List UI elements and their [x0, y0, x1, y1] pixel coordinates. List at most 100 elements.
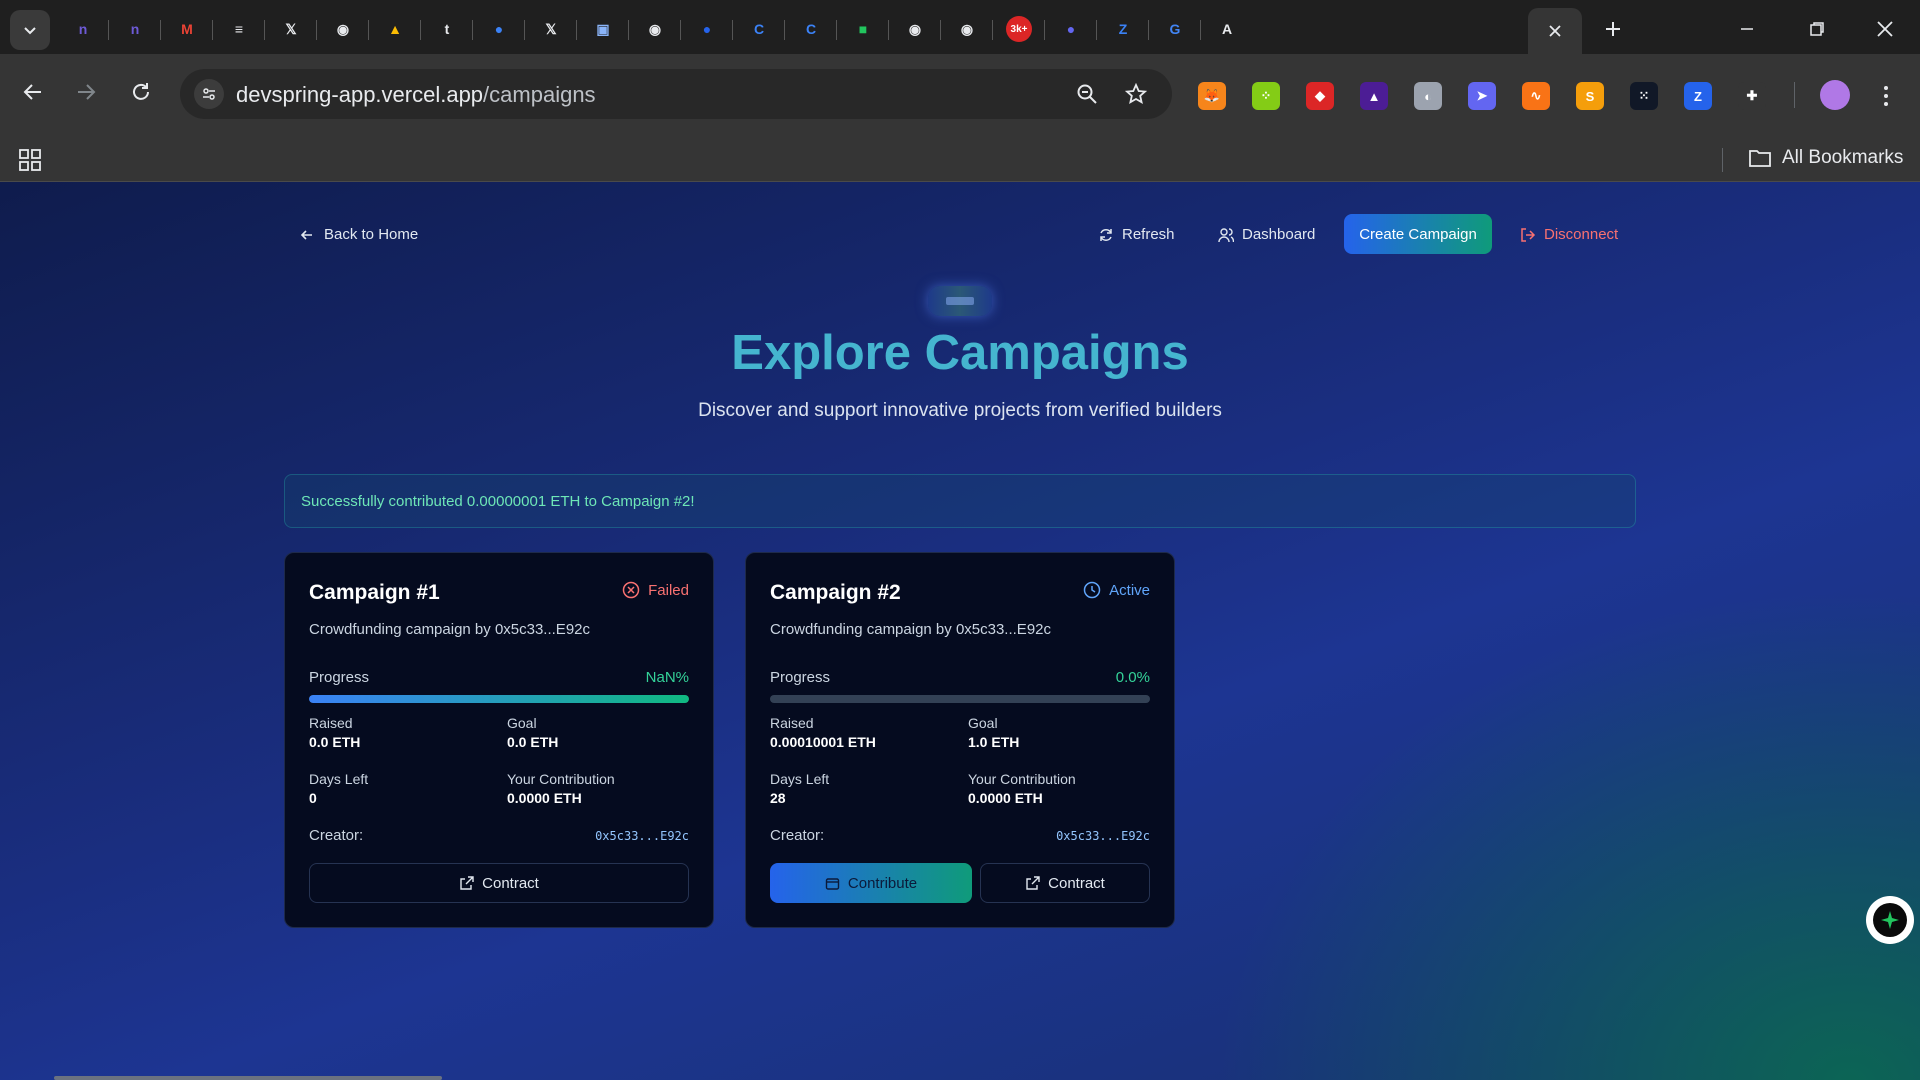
github-icon[interactable]: ◉ [954, 16, 980, 42]
orange-s-icon[interactable]: S [1576, 82, 1604, 110]
restore-button[interactable] [1794, 12, 1840, 46]
badge-icon[interactable]: 3k+ [1006, 16, 1032, 42]
bookmarks-bar: All Bookmarks [0, 136, 1920, 182]
top-navigation: Back to Home Refresh Dashboard Create Ca… [0, 182, 1920, 272]
goal-value: 0.0 ETH [507, 734, 559, 750]
tab-separator [1200, 20, 1201, 40]
tumblr-icon[interactable]: t [434, 16, 460, 42]
browser-menu-icon[interactable] [1874, 78, 1898, 114]
google-icon[interactable]: G [1162, 16, 1188, 42]
url-host: devspring-app.vercel.app [236, 82, 484, 107]
document-icon[interactable]: ≡ [226, 16, 252, 42]
toolbar-divider [1794, 82, 1795, 108]
horizontal-scrollbar[interactable] [54, 1076, 442, 1080]
contract-button[interactable]: Contract [980, 863, 1150, 903]
tab-separator [1148, 20, 1149, 40]
green-square-icon[interactable]: ■ [850, 16, 876, 42]
contribute-button[interactable]: Contribute [770, 863, 972, 903]
restore-icon [1810, 22, 1824, 36]
notion-style-icon[interactable]: n [122, 16, 148, 42]
tab-separator [732, 20, 733, 40]
campaign-description: Crowdfunding campaign by 0x5c33...E92c [770, 621, 1052, 638]
blue-circle-icon[interactable]: ● [486, 16, 512, 42]
status-text: Failed [648, 581, 689, 599]
dashboard-link[interactable]: Dashboard [1218, 226, 1315, 243]
forward-button[interactable] [66, 72, 106, 112]
refresh-button[interactable]: Refresh [1098, 226, 1175, 243]
minimize-button[interactable] [1724, 12, 1770, 46]
back-to-home-label: Back to Home [324, 226, 419, 243]
apps-grid-icon[interactable] [18, 148, 42, 177]
all-bookmarks-button[interactable]: All Bookmarks [1748, 147, 1903, 169]
puzzle-icon[interactable]: ✚ [1738, 82, 1766, 110]
x-circle-icon [622, 581, 640, 599]
green-grid-icon[interactable]: ⁘ [1252, 82, 1280, 110]
arrow-left-icon [23, 84, 41, 100]
x-icon[interactable]: 𝕏 [538, 16, 564, 42]
creator-address[interactable]: 0x5c33...E92c [1056, 829, 1150, 843]
blue-circle-icon[interactable]: ● [694, 16, 720, 42]
wing-icon[interactable]: ➤ [1468, 82, 1496, 110]
arrow-left-icon [300, 229, 312, 240]
tab-separator [420, 20, 421, 40]
days-left-value: 0 [309, 790, 317, 806]
raised-label: Raised [770, 715, 814, 731]
raised-value: 0.0 ETH [309, 734, 361, 750]
url-path: /campaigns [483, 82, 596, 107]
campaign-title: Campaign #2 [770, 581, 901, 604]
github-icon[interactable]: ◉ [902, 16, 928, 42]
users-icon [1218, 227, 1234, 242]
progress-value: 0.0% [1115, 669, 1150, 686]
sphere-icon[interactable]: ● [1058, 16, 1084, 42]
anthropic-icon[interactable]: A [1214, 16, 1240, 42]
url-text[interactable]: devspring-app.vercel.app/campaigns [236, 82, 596, 108]
blue-z-icon[interactable]: Z [1684, 82, 1712, 110]
status-badge: Failed [622, 581, 689, 599]
globe-icon[interactable]: ◐ [1414, 82, 1442, 110]
back-to-home-link[interactable]: Back to Home [300, 226, 418, 243]
creator-address[interactable]: 0x5c33...E92c [595, 829, 689, 843]
wave-icon[interactable]: ∿ [1522, 82, 1550, 110]
google-drive-icon[interactable]: ▲ [382, 16, 408, 42]
raised-value: 0.00010001 ETH [770, 734, 876, 750]
site-info-icon[interactable] [194, 79, 224, 109]
success-alert: Successfully contributed 0.00000001 ETH … [284, 474, 1636, 528]
close-icon [1877, 21, 1893, 37]
address-bar[interactable]: devspring-app.vercel.app/campaigns [180, 69, 1172, 119]
purple-drop-icon[interactable]: ▲ [1360, 82, 1388, 110]
page-content: Back to Home Refresh Dashboard Create Ca… [0, 182, 1920, 1080]
create-campaign-button[interactable]: Create Campaign [1344, 214, 1492, 254]
assistant-fab[interactable] [1866, 896, 1914, 944]
image-icon[interactable]: ▣ [590, 16, 616, 42]
tab-separator [212, 20, 213, 40]
profile-avatar[interactable] [1820, 80, 1850, 110]
dots-icon[interactable]: ⁙ [1630, 82, 1658, 110]
back-button[interactable] [13, 72, 53, 112]
tab-separator [836, 20, 837, 40]
zoom-icon[interactable] [1074, 81, 1100, 107]
gmail-icon[interactable]: M [174, 16, 200, 42]
x-icon[interactable]: 𝕏 [278, 16, 304, 42]
z-icon[interactable]: Z [1110, 16, 1136, 42]
goal-label: Goal [507, 715, 537, 731]
creator-label: Creator: [309, 827, 364, 844]
reload-button[interactable] [121, 72, 161, 112]
disconnect-button[interactable]: Disconnect [1520, 226, 1618, 243]
arrow-right-icon [78, 84, 96, 100]
notion-style-icon[interactable]: n [70, 16, 96, 42]
c-circle-icon[interactable]: C [746, 16, 772, 42]
c-circle-icon[interactable]: C [798, 16, 824, 42]
close-window-button[interactable] [1862, 12, 1908, 46]
red-square-icon[interactable]: ◆ [1306, 82, 1334, 110]
bookmark-star-icon[interactable] [1123, 81, 1149, 107]
tab-search-button[interactable] [10, 10, 50, 50]
github-icon[interactable]: ◉ [330, 16, 356, 42]
tab-separator [316, 20, 317, 40]
external-link-icon [460, 875, 474, 890]
contract-button[interactable]: Contract [309, 863, 689, 903]
new-tab-button[interactable] [1600, 16, 1626, 42]
active-tab[interactable] [1528, 8, 1582, 54]
metamask-icon[interactable]: 🦊 [1198, 82, 1226, 110]
github-icon[interactable]: ◉ [642, 16, 668, 42]
close-tab-icon[interactable] [1547, 23, 1563, 39]
